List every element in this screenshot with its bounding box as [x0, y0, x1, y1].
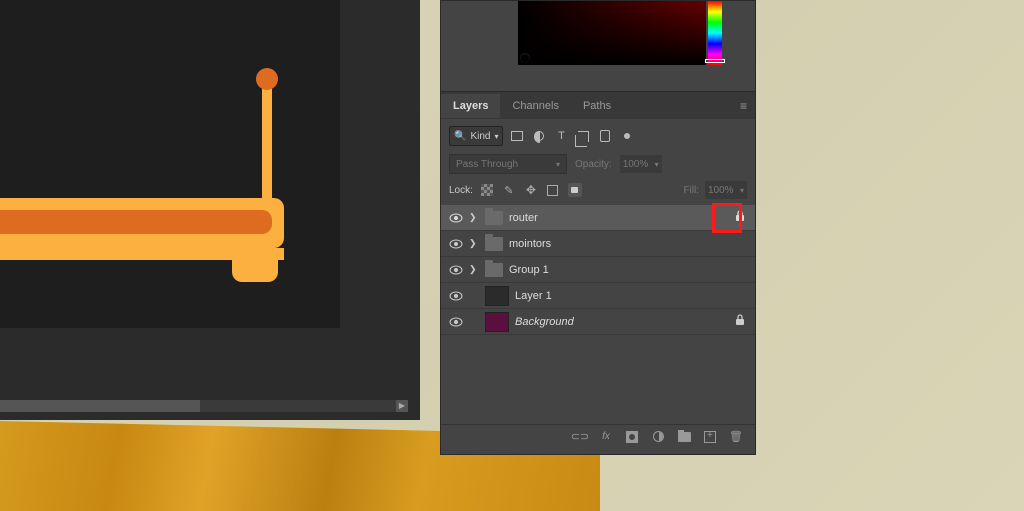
folder-icon	[485, 237, 503, 251]
layer-filter-row: 🔍 Kind ▾ T	[449, 125, 747, 147]
tab-paths[interactable]: Paths	[571, 94, 623, 118]
chevron-down-icon: ▾	[740, 186, 744, 195]
color-cursor[interactable]	[520, 53, 530, 63]
layer-row-background[interactable]: Background	[441, 309, 755, 335]
layer-row-group1[interactable]: ❯ Group 1	[441, 257, 755, 283]
link-layers-icon[interactable]: ⊂⊃	[573, 430, 587, 444]
opacity-input[interactable]: 100% ▾	[620, 155, 662, 173]
layer-name[interactable]: router	[509, 212, 538, 224]
layers-panel: Layers Channels Paths ≡ 🔍 Kind ▾ T Pass …	[440, 0, 756, 455]
lock-pixels-icon[interactable]	[501, 182, 517, 198]
canvas[interactable]	[0, 0, 340, 328]
expand-chevron-icon[interactable]: ❯	[469, 264, 479, 275]
lock-label: Lock:	[449, 185, 473, 196]
visibility-toggle[interactable]	[449, 211, 463, 225]
app-window: ▶	[0, 0, 420, 420]
router-base	[0, 248, 284, 260]
layer-row-layer1[interactable]: Layer 1	[441, 283, 755, 309]
expand-chevron-icon[interactable]: ❯	[469, 212, 479, 223]
chevron-down-icon: ▾	[655, 160, 659, 169]
search-icon: 🔍	[454, 131, 466, 142]
fill-label: Fill:	[683, 185, 699, 196]
fill-input[interactable]: 100% ▾	[705, 181, 747, 199]
filter-kind-label: Kind	[470, 131, 490, 142]
scrollbar-thumb[interactable]	[0, 400, 200, 412]
chevron-down-icon: ▾	[494, 132, 498, 141]
lock-icon[interactable]	[735, 210, 745, 225]
lock-position-icon[interactable]	[523, 182, 539, 198]
visibility-toggle[interactable]	[449, 263, 463, 277]
layers-bottom-bar: ⊂⊃ fx	[441, 424, 755, 448]
layer-name[interactable]: Layer 1	[515, 290, 552, 302]
layer-name[interactable]: Background	[515, 316, 574, 328]
lock-all-icon[interactable]	[567, 182, 583, 198]
lock-transparency-icon[interactable]	[479, 182, 495, 198]
chevron-down-icon: ▾	[556, 160, 560, 169]
visibility-toggle[interactable]	[449, 237, 463, 251]
layer-thumbnail[interactable]	[485, 312, 509, 332]
filter-kind-select[interactable]: 🔍 Kind ▾	[449, 126, 503, 146]
tab-channels[interactable]: Channels	[500, 94, 570, 118]
blend-mode-row: Pass Through ▾ Opacity: 100% ▾	[449, 153, 747, 175]
lock-artboard-icon[interactable]	[545, 182, 561, 198]
expand-chevron-icon[interactable]: ❯	[469, 238, 479, 249]
layer-row-mointors[interactable]: ❯ mointors	[441, 231, 755, 257]
horizontal-scrollbar[interactable]: ▶	[0, 400, 408, 412]
tab-layers[interactable]: Layers	[441, 94, 500, 118]
router-stripe	[0, 210, 272, 234]
hue-slider[interactable]	[708, 1, 722, 65]
filter-adjustment-icon[interactable]	[531, 128, 547, 144]
blend-mode-value: Pass Through	[456, 159, 518, 170]
panel-menu-icon[interactable]: ≡	[740, 99, 747, 113]
blend-mode-select[interactable]: Pass Through ▾	[449, 154, 567, 174]
color-picker[interactable]	[518, 1, 733, 73]
filter-shape-icon[interactable]	[575, 128, 591, 144]
visibility-toggle[interactable]	[449, 289, 463, 303]
layers-list: ❯ router ❯ mointors ❯ Group 1 Layer 1	[441, 205, 755, 335]
router-antenna	[262, 80, 272, 200]
visibility-toggle[interactable]	[449, 315, 463, 329]
layer-effects-icon[interactable]: fx	[599, 430, 613, 444]
hue-slider-handle[interactable]	[705, 59, 725, 63]
filter-smartobject-icon[interactable]	[597, 128, 613, 144]
router-foot	[232, 260, 278, 282]
layer-mask-icon[interactable]	[625, 430, 639, 444]
opacity-label: Opacity:	[575, 159, 612, 170]
delete-layer-icon[interactable]	[729, 430, 743, 444]
layer-name[interactable]: Group 1	[509, 264, 549, 276]
opacity-value: 100%	[623, 159, 649, 170]
filter-toggle-icon[interactable]	[619, 128, 635, 144]
new-layer-icon[interactable]	[703, 430, 717, 444]
scrollbar-right-arrow[interactable]: ▶	[396, 400, 408, 412]
layer-name[interactable]: mointors	[509, 238, 551, 250]
layer-row-router[interactable]: ❯ router	[441, 205, 755, 231]
lock-icon[interactable]	[735, 314, 745, 329]
fill-value: 100%	[708, 185, 734, 196]
new-group-icon[interactable]	[677, 430, 691, 444]
filter-pixel-icon[interactable]	[509, 128, 525, 144]
filter-type-icon[interactable]: T	[553, 128, 569, 144]
adjustment-layer-icon[interactable]	[651, 430, 665, 444]
lock-row: Lock: Fill: 100% ▾	[449, 179, 747, 201]
layer-thumbnail[interactable]	[485, 286, 509, 306]
color-field[interactable]	[518, 1, 706, 65]
panel-tabs: Layers Channels Paths ≡	[441, 91, 755, 119]
folder-icon	[485, 263, 503, 277]
folder-icon	[485, 211, 503, 225]
